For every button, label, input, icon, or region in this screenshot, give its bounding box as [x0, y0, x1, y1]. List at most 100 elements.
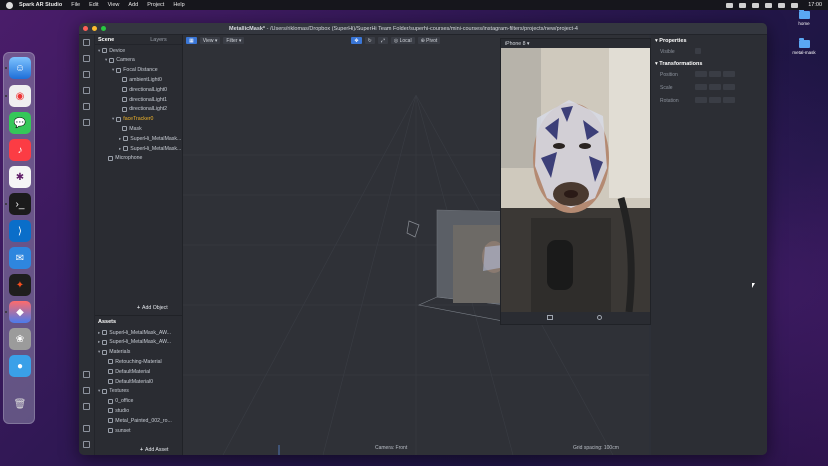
battery-icon[interactable]	[765, 2, 773, 8]
scene-tree-item[interactable]: Mask	[119, 124, 142, 133]
photos-app-icon[interactable]: ❀	[9, 328, 31, 350]
menubar-clock[interactable]: 17:00	[808, 2, 822, 8]
disclosure-arrow-icon[interactable]: ▾	[98, 48, 100, 54]
search-icon[interactable]	[83, 119, 90, 126]
position-y-field[interactable]	[709, 71, 721, 77]
patch-editor-icon[interactable]	[83, 87, 90, 94]
local-toggle[interactable]: ◎ Local	[390, 37, 415, 44]
view-dropdown[interactable]: View ▾	[199, 37, 221, 44]
assets-tree-item[interactable]: ▸ SuperHi_MetalMask_AW...	[98, 328, 171, 337]
desktop-folder-metal-mask[interactable]: metal-mask	[789, 38, 819, 56]
spark-ar-icon[interactable]: ◆	[9, 301, 31, 323]
menu-file[interactable]: File	[71, 2, 80, 8]
position-z-field[interactable]	[723, 71, 735, 77]
add-object-button[interactable]: + Add Object	[137, 305, 168, 311]
menu-help[interactable]: Help	[173, 2, 184, 8]
scene-tree-item[interactable]: ▾ faceTracker0	[112, 115, 153, 124]
wifi-icon[interactable]	[752, 2, 760, 8]
settings-icon[interactable]	[83, 425, 90, 432]
scene-tree-item[interactable]: Microphone	[105, 154, 142, 163]
tab-scene[interactable]: Scene	[95, 37, 117, 43]
disclosure-arrow-icon[interactable]: ▸	[119, 136, 121, 142]
disclosure-arrow-icon[interactable]: ▾	[98, 388, 100, 394]
messages-icon[interactable]: 💬	[9, 112, 31, 134]
touch-icon[interactable]	[597, 315, 602, 320]
assets-tree-item[interactable]: studio	[105, 406, 129, 415]
desktop-folder-home[interactable]: home	[789, 9, 819, 27]
scene-tree-item[interactable]: ▾ Device	[98, 46, 125, 55]
layout-toggle-icon[interactable]: ▦	[186, 37, 197, 44]
minimize-window-button[interactable]	[92, 26, 97, 31]
scene-tree-item[interactable]: ▾ Camera	[105, 56, 135, 65]
finder-icon[interactable]: ☺	[9, 57, 31, 79]
visible-checkbox[interactable]	[695, 48, 701, 54]
scene-tree-item[interactable]: ambientLight0	[119, 75, 162, 84]
assets-tree-item[interactable]: DefaultMaterial0	[105, 377, 153, 386]
filter-dropdown[interactable]: Filter ▾	[223, 37, 245, 44]
scale-x-field[interactable]	[695, 84, 707, 90]
slack-icon[interactable]: ✱	[9, 166, 31, 188]
scene-tree-item[interactable]: directionalLight0	[119, 85, 167, 94]
disclosure-arrow-icon[interactable]: ▸	[98, 330, 100, 336]
assets-tree-item[interactable]: 0_office	[105, 397, 133, 406]
assets-tree-item[interactable]: ▾ Textures	[98, 387, 129, 396]
apple-icon[interactable]	[6, 1, 13, 9]
rotation-y-field[interactable]	[709, 97, 721, 103]
help-icon[interactable]	[83, 441, 90, 448]
search-icon[interactable]	[778, 2, 786, 8]
library-icon[interactable]	[83, 71, 90, 78]
zoom-window-button[interactable]	[101, 26, 106, 31]
assets-tree-item[interactable]: ▸ SuperHi_MetalMask_AW...	[98, 338, 171, 347]
disclosure-arrow-icon[interactable]: ▾	[112, 67, 114, 73]
screen-record-icon[interactable]	[726, 2, 734, 8]
scene-tree-item[interactable]: directionalLight1	[119, 95, 167, 104]
assets-tree-item[interactable]: ▾ Materials	[98, 348, 130, 357]
scale-tool-icon[interactable]: ⤢	[377, 37, 388, 44]
menu-project[interactable]: Project	[147, 2, 164, 8]
vscode-icon[interactable]: ⟩	[9, 220, 31, 242]
add-asset-button[interactable]: + Add Asset	[140, 447, 168, 453]
scene-tree-item[interactable]: ▸ SuperHi_MetalMask...	[119, 144, 181, 153]
figma-icon[interactable]: ✦	[9, 274, 31, 296]
terminal-icon[interactable]: ›_	[9, 193, 31, 215]
rotation-x-field[interactable]	[695, 97, 707, 103]
bluetooth-icon[interactable]	[739, 2, 747, 8]
upload-icon[interactable]	[83, 403, 90, 410]
video-icon[interactable]	[83, 55, 90, 62]
tweetbot-icon[interactable]: ●	[9, 355, 31, 377]
disclosure-arrow-icon[interactable]: ▸	[119, 146, 121, 152]
disclosure-arrow-icon[interactable]: ▾	[98, 349, 100, 355]
assets-tree-item[interactable]: sunset	[105, 426, 131, 435]
assets-tree-item[interactable]: Metal_Painted_002_ro...	[105, 416, 172, 425]
close-window-button[interactable]	[83, 26, 88, 31]
screenshot-icon[interactable]	[547, 315, 553, 320]
move-tool-icon[interactable]: ✥	[351, 37, 362, 44]
rotation-z-field[interactable]	[723, 97, 735, 103]
scale-y-field[interactable]	[709, 84, 721, 90]
mail-icon[interactable]: ✉	[9, 247, 31, 269]
menu-edit[interactable]: Edit	[89, 2, 98, 8]
position-x-field[interactable]	[695, 71, 707, 77]
add-folder-icon[interactable]	[83, 371, 90, 378]
disclosure-arrow-icon[interactable]: ▾	[112, 116, 114, 122]
share-icon[interactable]	[83, 103, 90, 110]
music-icon[interactable]: ♪	[9, 139, 31, 161]
scene-view-icon[interactable]	[83, 39, 90, 46]
assets-tree-item[interactable]: DefaultMaterial	[105, 367, 150, 376]
assets-tree-item[interactable]: Retouching-Material	[105, 357, 162, 366]
rotate-tool-icon[interactable]: ↻	[364, 37, 375, 44]
scene-tree-item[interactable]: ▸ SuperHi_MetalMask...	[119, 134, 181, 143]
chrome-icon[interactable]: ◉	[9, 85, 31, 107]
scale-z-field[interactable]	[723, 84, 735, 90]
control-center-icon[interactable]	[791, 2, 799, 8]
tab-layers[interactable]: Layers	[147, 37, 170, 43]
menu-view[interactable]: View	[108, 2, 120, 8]
menubar-app-name[interactable]: Spark AR Studio	[19, 2, 62, 8]
disclosure-arrow-icon[interactable]: ▸	[98, 339, 100, 345]
disclosure-arrow-icon[interactable]: ▾	[105, 57, 107, 63]
scene-tree-item[interactable]: ▾ Focal Distance	[112, 66, 158, 75]
import-icon[interactable]	[83, 387, 90, 394]
device-selector[interactable]: iPhone 8 ▾	[501, 39, 650, 48]
scene-tree-item[interactable]: directionalLight2	[119, 105, 167, 114]
menu-add[interactable]: Add	[128, 2, 138, 8]
